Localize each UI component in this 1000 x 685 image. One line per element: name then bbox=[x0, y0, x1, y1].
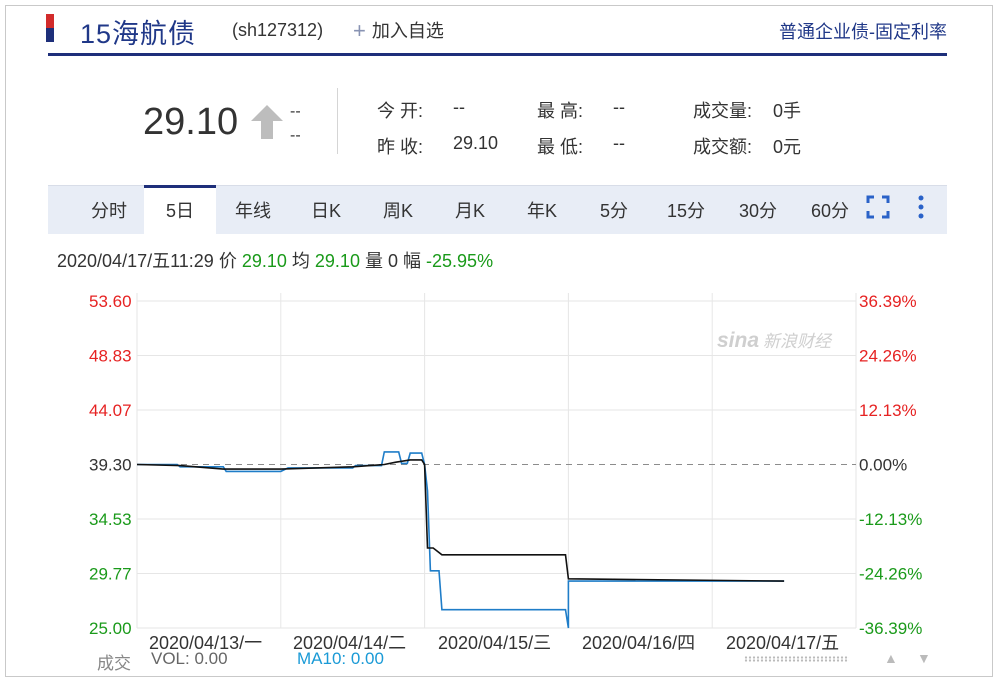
info-vol-label: 量 bbox=[364, 251, 383, 271]
quote-divider bbox=[337, 88, 338, 154]
series-line-average bbox=[136, 459, 785, 582]
y-tick-label-left: 25.00 bbox=[89, 619, 132, 638]
tab-yearline[interactable]: 年线 bbox=[216, 186, 290, 234]
price-change-pct: -- bbox=[290, 127, 301, 144]
low-value: -- bbox=[613, 133, 625, 153]
y-tick-label-right: 0.00% bbox=[859, 456, 907, 475]
info-range: -25.95% bbox=[426, 251, 494, 271]
tab-daily-k[interactable]: 日K bbox=[290, 186, 362, 234]
plus-icon: + bbox=[353, 18, 366, 43]
fullscreen-icon[interactable] bbox=[866, 195, 890, 219]
low-label: 最 低: bbox=[537, 137, 584, 157]
five-day-price-chart[interactable]: sina 新浪财经 53.60 36.39% 48.83 24.26% 44.07 12.13… bbox=[0, 280, 1000, 650]
volume-value: 0手 bbox=[773, 101, 802, 121]
watermark-logo: sina bbox=[717, 329, 759, 352]
y-tick-label-right: -24.26% bbox=[859, 565, 922, 584]
info-range-label: 幅 bbox=[403, 251, 422, 271]
y-tick-label-right: 12.13% bbox=[859, 401, 917, 420]
add-to-watchlist-button[interactable]: + 加入自选 bbox=[353, 17, 444, 43]
current-price: 29.10 bbox=[143, 101, 239, 143]
info-avg: 29.10 bbox=[314, 251, 360, 271]
info-datetime: 2020/04/17/五11:29 bbox=[57, 251, 214, 271]
y-tick-label-right: 36.39% bbox=[859, 292, 917, 311]
volume-label: 成交量: bbox=[693, 101, 753, 121]
info-avg-label: 均 bbox=[291, 251, 310, 271]
high-label: 最 高: bbox=[537, 101, 584, 121]
bond-name: 15海航债 bbox=[80, 19, 197, 49]
watermark-text: 新浪财经 bbox=[763, 332, 833, 351]
price-change-block: -- -- bbox=[290, 100, 301, 148]
y-tick-label-left: 29.77 bbox=[89, 565, 132, 584]
series-line-price bbox=[137, 451, 785, 629]
y-tick-label-left: 44.07 bbox=[89, 401, 132, 420]
crosshair-info: 2020/04/17/五11:29 价 29.10 均 29.10 量 0 幅 … bbox=[57, 247, 493, 273]
price-change: -- bbox=[290, 103, 301, 120]
y-tick-label-right: -36.39% bbox=[859, 619, 922, 638]
x-tick-label: 2020/04/15/三 bbox=[438, 633, 552, 653]
x-tick-label: 2020/04/17/五 bbox=[726, 633, 840, 653]
volume-panel-title: 成交 bbox=[97, 654, 131, 673]
open-label: 今 开: bbox=[377, 101, 424, 121]
bond-type-link[interactable]: 普通企业债-固定利率 bbox=[779, 18, 947, 44]
tab-5day[interactable]: 5日 bbox=[144, 185, 216, 236]
info-price: 29.10 bbox=[241, 251, 287, 271]
scroll-up-button[interactable]: ▲ bbox=[884, 650, 898, 666]
amount-value: 0元 bbox=[773, 137, 802, 157]
x-tick-label: 2020/04/16/四 bbox=[582, 633, 696, 653]
y-tick-label-left: 39.30 bbox=[89, 456, 132, 475]
y-tick-label-right: -12.13% bbox=[859, 510, 922, 529]
title-divider bbox=[48, 53, 947, 56]
volume-readout: VOL: 0.00 bbox=[151, 649, 228, 668]
add-to-watchlist-label: 加入自选 bbox=[371, 21, 444, 41]
y-tick-label-right: 24.26% bbox=[859, 347, 917, 366]
tab-30min[interactable]: 30分 bbox=[722, 186, 794, 234]
tab-yearly-k[interactable]: 年K bbox=[506, 186, 578, 234]
y-tick-label-left: 48.83 bbox=[89, 347, 132, 366]
prev-close-label: 昨 收: bbox=[377, 137, 424, 157]
range-scrollbar[interactable] bbox=[744, 656, 849, 662]
y-tick-label-left: 53.60 bbox=[89, 292, 132, 311]
amount-label: 成交额: bbox=[693, 137, 753, 157]
tab-60min[interactable]: 60分 bbox=[794, 186, 866, 234]
scroll-down-button[interactable]: ▼ bbox=[917, 650, 931, 666]
ma10-readout: MA10: 0.00 bbox=[297, 649, 384, 668]
high-value: -- bbox=[613, 97, 625, 117]
tab-15min[interactable]: 15分 bbox=[650, 186, 722, 234]
info-vol: 0 bbox=[387, 251, 398, 271]
tab-5min[interactable]: 5分 bbox=[578, 186, 650, 234]
prev-close-value: 29.10 bbox=[453, 133, 499, 153]
tab-intraday[interactable]: 分时 bbox=[74, 186, 144, 234]
chart-period-tabs: 分时 5日 年线 日K 周K 月K 年K 5分 15分 30分 60分 bbox=[48, 185, 947, 236]
bond-flag-icon bbox=[46, 14, 54, 42]
more-options-icon[interactable] bbox=[916, 194, 926, 220]
info-price-label: 价 bbox=[218, 251, 237, 271]
tab-weekly-k[interactable]: 周K bbox=[362, 186, 434, 234]
price-trend-arrow-icon bbox=[251, 105, 283, 139]
y-tick-label-left: 34.53 bbox=[89, 510, 132, 529]
bond-code: (sh127312) bbox=[232, 20, 324, 40]
open-value: -- bbox=[453, 97, 465, 117]
tab-monthly-k[interactable]: 月K bbox=[434, 186, 506, 234]
